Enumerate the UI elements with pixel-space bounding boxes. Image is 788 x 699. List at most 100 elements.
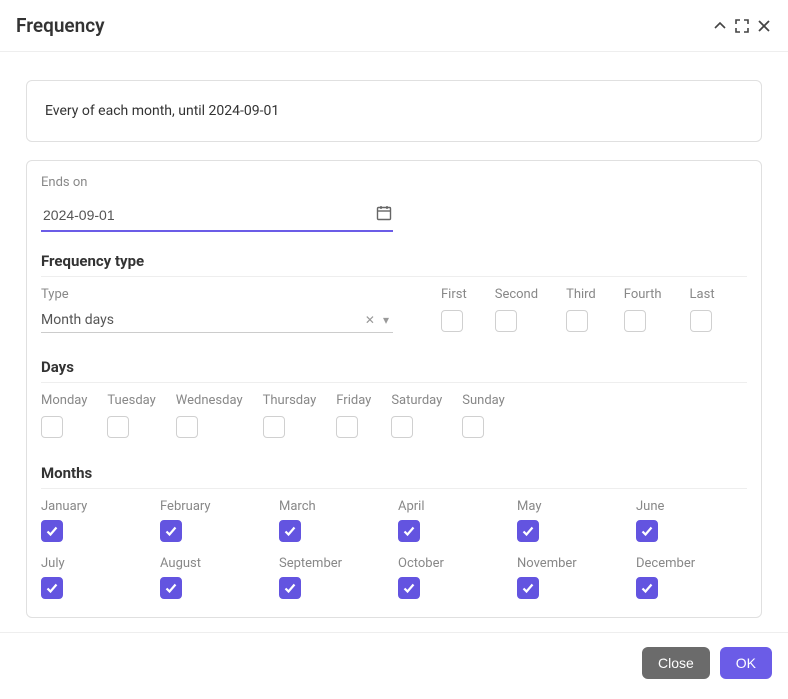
ends-on-label: Ends on xyxy=(41,175,747,190)
day-tuesday: Tuesday xyxy=(107,393,155,442)
frequency-dialog: Frequency Every of each month, until 202… xyxy=(0,0,788,699)
ordinal-first: First xyxy=(441,287,467,336)
type-value: Month days xyxy=(41,312,361,328)
ordinal-third-checkbox[interactable] xyxy=(566,310,588,332)
ordinal-second: Second xyxy=(495,287,538,336)
day-thursday: Thursday xyxy=(263,393,317,442)
dialog-title: Frequency xyxy=(16,14,105,37)
month-january-label: January xyxy=(41,499,152,514)
day-monday-label: Monday xyxy=(41,393,87,408)
calendar-icon[interactable] xyxy=(375,204,393,226)
day-wednesday: Wednesday xyxy=(176,393,243,442)
month-october-label: October xyxy=(398,556,509,571)
month-september: September xyxy=(279,556,390,599)
month-november: November xyxy=(517,556,628,599)
month-april-checkbox[interactable] xyxy=(398,520,420,542)
section-divider xyxy=(41,488,747,489)
month-december-checkbox[interactable] xyxy=(636,577,658,599)
month-november-checkbox[interactable] xyxy=(517,577,539,599)
month-august: August xyxy=(160,556,271,599)
day-friday: Friday xyxy=(336,393,371,442)
close-button[interactable]: Close xyxy=(642,647,710,679)
ordinal-third-label: Third xyxy=(566,287,596,302)
month-july-label: July xyxy=(41,556,152,571)
fullscreen-icon[interactable] xyxy=(734,18,750,34)
day-saturday: Saturday xyxy=(391,393,442,442)
month-january: January xyxy=(41,499,152,542)
ordinal-first-label: First xyxy=(441,287,467,302)
type-clear-icon[interactable]: ✕ xyxy=(361,313,379,327)
day-sunday-checkbox[interactable] xyxy=(462,416,484,438)
close-icon[interactable] xyxy=(756,18,772,34)
month-march-checkbox[interactable] xyxy=(279,520,301,542)
month-february: February xyxy=(160,499,271,542)
ordinal-third: Third xyxy=(566,287,596,336)
month-august-checkbox[interactable] xyxy=(160,577,182,599)
day-wednesday-checkbox[interactable] xyxy=(176,416,198,438)
ordinal-second-checkbox[interactable] xyxy=(495,310,517,332)
day-tuesday-checkbox[interactable] xyxy=(107,416,129,438)
ordinal-first-checkbox[interactable] xyxy=(441,310,463,332)
type-caret-icon[interactable]: ▾ xyxy=(379,313,393,327)
day-saturday-label: Saturday xyxy=(391,393,442,408)
month-may-checkbox[interactable] xyxy=(517,520,539,542)
month-june: June xyxy=(636,499,747,542)
month-december-label: December xyxy=(636,556,747,571)
type-column: Type Month days ✕ ▾ xyxy=(41,287,393,333)
month-december: December xyxy=(636,556,747,599)
month-march: March xyxy=(279,499,390,542)
month-may: May xyxy=(517,499,628,542)
ok-button[interactable]: OK xyxy=(720,647,772,679)
month-october-checkbox[interactable] xyxy=(398,577,420,599)
day-sunday-label: Sunday xyxy=(462,393,505,408)
type-select[interactable]: Month days ✕ ▾ xyxy=(41,308,393,333)
month-july: July xyxy=(41,556,152,599)
ends-on-field[interactable] xyxy=(41,206,375,224)
day-tuesday-label: Tuesday xyxy=(107,393,155,408)
type-label: Type xyxy=(41,287,393,302)
collapse-icon[interactable] xyxy=(712,18,728,34)
day-wednesday-label: Wednesday xyxy=(176,393,243,408)
section-divider xyxy=(41,276,747,277)
type-row: Type Month days ✕ ▾ First Second xyxy=(41,287,747,336)
month-february-checkbox[interactable] xyxy=(160,520,182,542)
dialog-footer: Close OK xyxy=(0,632,788,699)
ordinal-last-label: Last xyxy=(690,287,715,302)
month-september-label: September xyxy=(279,556,390,571)
ordinal-fourth: Fourth xyxy=(624,287,662,336)
month-september-checkbox[interactable] xyxy=(279,577,301,599)
days-row: Monday Tuesday Wednesday Thursday Friday xyxy=(41,393,747,442)
month-august-label: August xyxy=(160,556,271,571)
header-actions xyxy=(712,18,772,34)
summary-text: Every of each month, until 2024-09-01 xyxy=(45,103,279,119)
months-title: Months xyxy=(41,464,747,482)
section-divider xyxy=(41,382,747,383)
ordinal-group: First Second Third Fourth xyxy=(441,287,715,336)
month-february-label: February xyxy=(160,499,271,514)
month-april: April xyxy=(398,499,509,542)
form-box: Ends on Frequency type Type Month days xyxy=(26,160,762,618)
day-saturday-checkbox[interactable] xyxy=(391,416,413,438)
months-grid: January February March April May xyxy=(41,499,747,599)
days-title: Days xyxy=(41,358,747,376)
summary-box: Every of each month, until 2024-09-01 xyxy=(26,80,762,142)
ordinal-last-checkbox[interactable] xyxy=(690,310,712,332)
ordinal-fourth-checkbox[interactable] xyxy=(624,310,646,332)
dialog-header: Frequency xyxy=(0,0,788,52)
ordinal-last: Last xyxy=(690,287,715,336)
day-monday-checkbox[interactable] xyxy=(41,416,63,438)
month-january-checkbox[interactable] xyxy=(41,520,63,542)
day-thursday-checkbox[interactable] xyxy=(263,416,285,438)
month-july-checkbox[interactable] xyxy=(41,577,63,599)
month-march-label: March xyxy=(279,499,390,514)
month-june-checkbox[interactable] xyxy=(636,520,658,542)
month-november-label: November xyxy=(517,556,628,571)
dialog-body: Every of each month, until 2024-09-01 En… xyxy=(0,52,788,632)
ends-on-input[interactable] xyxy=(41,200,393,232)
day-friday-checkbox[interactable] xyxy=(336,416,358,438)
day-monday: Monday xyxy=(41,393,87,442)
day-sunday: Sunday xyxy=(462,393,505,442)
month-may-label: May xyxy=(517,499,628,514)
month-october: October xyxy=(398,556,509,599)
month-april-label: April xyxy=(398,499,509,514)
